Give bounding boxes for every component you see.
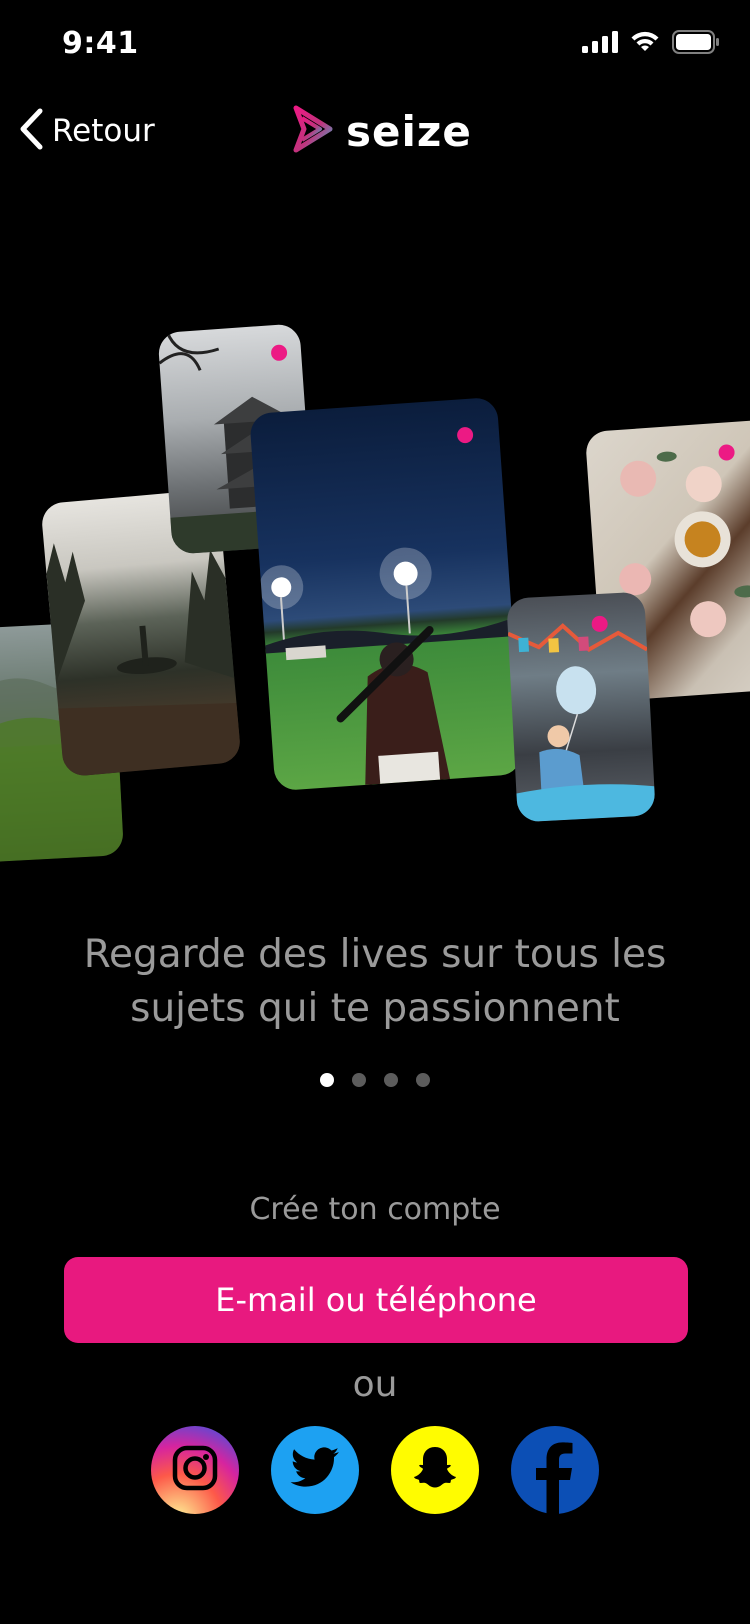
brand-name: seize [346, 106, 472, 156]
create-account-label: Crée ton compte [249, 1192, 501, 1227]
collage-card-birthday [506, 591, 656, 823]
photo-collage [0, 320, 750, 880]
status-bar: 9:41 [0, 0, 750, 90]
facebook-icon [511, 1426, 599, 1514]
onboarding-headline: Regarde des lives sur tous les sujets qu… [0, 928, 750, 1036]
snapchat-ghost-icon [410, 1443, 460, 1497]
headline-line-1: Regarde des lives sur tous les [83, 932, 667, 977]
pagination-dot-2[interactable] [352, 1073, 366, 1087]
instagram-icon [171, 1444, 219, 1496]
collage-card-baseball [249, 396, 523, 792]
status-icons [582, 30, 720, 58]
wifi-icon [630, 31, 660, 57]
back-label: Retour [52, 113, 155, 149]
snapchat-login-button[interactable] [391, 1426, 479, 1514]
battery-icon [672, 30, 720, 58]
social-login-buttons [0, 1426, 750, 1514]
chevron-left-icon [18, 108, 44, 154]
twitter-icon [290, 1447, 340, 1493]
pagination-dot-4[interactable] [416, 1073, 430, 1087]
or-label: ou [352, 1364, 398, 1405]
headline-line-2: sujets qui te passionnent [130, 986, 620, 1031]
pagination-dot-1[interactable] [320, 1073, 334, 1087]
instagram-login-button[interactable] [151, 1426, 239, 1514]
pagination-dot-3[interactable] [384, 1073, 398, 1087]
twitter-login-button[interactable] [271, 1426, 359, 1514]
facebook-login-button[interactable] [511, 1426, 599, 1514]
email-or-phone-button[interactable]: E-mail ou téléphone [64, 1257, 688, 1343]
status-time: 9:41 [62, 26, 139, 61]
seize-logo-icon [290, 104, 336, 158]
brand-logo: seize [290, 104, 472, 158]
pagination-dots [0, 1073, 750, 1087]
back-button[interactable]: Retour [18, 108, 155, 154]
cellular-signal-icon [582, 31, 618, 57]
